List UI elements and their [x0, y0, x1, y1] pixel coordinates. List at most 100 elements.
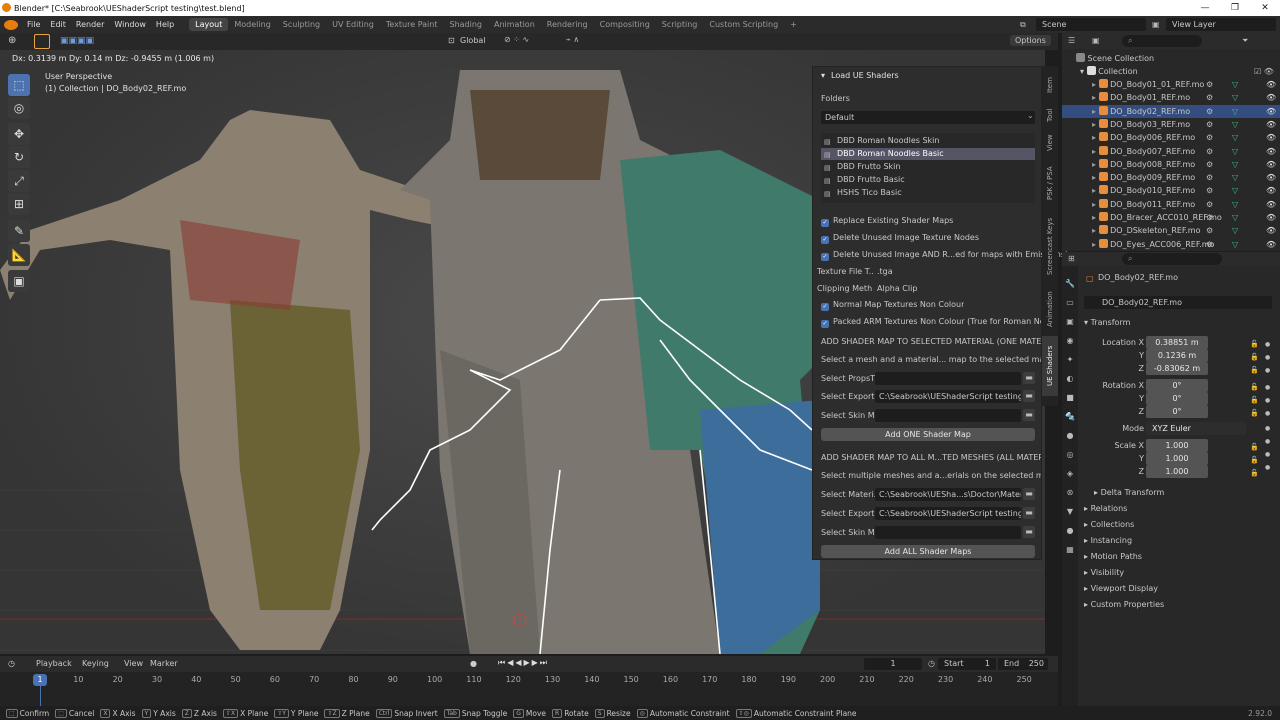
- scale-tool-button[interactable]: ⤢: [8, 170, 30, 192]
- tab-ue-shaders[interactable]: UE Shaders: [1042, 336, 1058, 396]
- delta-transform-section[interactable]: ▸ Delta Transform: [1094, 486, 1164, 500]
- collections-section[interactable]: ▸ Collections: [1084, 518, 1134, 532]
- select-export-field[interactable]: C:\Seabrook\UEShaderScript testing\G...: [875, 507, 1021, 520]
- add-one-shader-map-button[interactable]: Add ONE Shader Map: [821, 428, 1035, 441]
- playhead[interactable]: 1: [33, 674, 47, 686]
- object-name-field[interactable]: DO_Body02_REF.mo: [1084, 296, 1272, 309]
- rotate-tool-button[interactable]: ↻: [8, 146, 30, 168]
- view-layer-icon[interactable]: ▣: [1152, 20, 1160, 29]
- visibility-eye-icon[interactable]: 👁: [1266, 171, 1276, 184]
- minimize-icon[interactable]: —: [1190, 0, 1220, 16]
- scale-x-field[interactable]: 1.000: [1146, 439, 1208, 452]
- keyframe-dot-icon[interactable]: ● ● ● ●: [1265, 422, 1270, 474]
- annotate-tool-button[interactable]: ✎: [8, 220, 30, 242]
- folder-icon[interactable]: ▬: [1023, 390, 1035, 402]
- tab-rendering[interactable]: Rendering: [541, 18, 594, 31]
- move-tool-button[interactable]: ✥: [8, 123, 30, 145]
- motion-paths-section[interactable]: ▸ Motion Paths: [1084, 550, 1142, 564]
- tab-layout[interactable]: Layout: [189, 18, 229, 31]
- transform-tool-button[interactable]: ⊞: [8, 193, 30, 215]
- current-frame-field[interactable]: 1: [864, 658, 922, 670]
- visibility-eye-icon[interactable]: 👁: [1266, 211, 1276, 224]
- folder-icon[interactable]: ▬: [1023, 507, 1035, 519]
- select-props-field[interactable]: [875, 372, 1021, 385]
- view-layer-selector[interactable]: View Layer: [1166, 18, 1276, 31]
- visibility-eye-icon[interactable]: 👁: [1266, 184, 1276, 197]
- tab-custom-scripting[interactable]: Custom Scripting: [703, 18, 784, 31]
- menu-render[interactable]: Render: [71, 20, 109, 29]
- relations-section[interactable]: ▸ Relations: [1084, 502, 1127, 516]
- visibility-eye-icon[interactable]: 👁: [1266, 118, 1276, 131]
- tab-shading[interactable]: Shading: [443, 18, 488, 31]
- select-tool-button[interactable]: ⬚: [8, 74, 30, 96]
- select-materials-field[interactable]: C:\Seabrook\UESha...s\Doctor\Materials\: [875, 488, 1021, 501]
- list-item[interactable]: DBD Frutto Skin: [821, 161, 1035, 173]
- scale-y-field[interactable]: 1.000: [1146, 452, 1208, 465]
- visibility-eye-icon[interactable]: 👁: [1266, 224, 1276, 237]
- transform-section[interactable]: ▾ Transform: [1084, 316, 1130, 330]
- tab-psk-psa[interactable]: PSK / PSA: [1042, 158, 1058, 208]
- search-icon[interactable]: ⌕: [1122, 253, 1222, 265]
- visibility-section[interactable]: ▸ Visibility: [1084, 566, 1124, 580]
- timeline-editor-icon[interactable]: ◷: [8, 659, 15, 668]
- tab-animation[interactable]: Animation: [488, 18, 541, 31]
- visibility-eye-icon[interactable]: 👁: [1266, 238, 1276, 251]
- playback-controls-icon[interactable]: ⏮◀◀▶▶⏭: [498, 658, 549, 668]
- outliner-item[interactable]: ▸ DO_Body006_REF.mo ⚙ ▽ 👁: [1062, 131, 1280, 144]
- outliner-scene-collection[interactable]: Scene Collection: [1062, 52, 1280, 65]
- marker-menu[interactable]: Marker: [150, 659, 178, 668]
- normal-map-checkbox[interactable]: ✓ Normal Map Textures Non Colour: [821, 299, 964, 311]
- pivot-icon[interactable]: ⊘ ⁘ ∿: [504, 35, 529, 44]
- select-export-field[interactable]: C:\Seabrook\UEShaderScript testing\G...: [875, 390, 1021, 403]
- menu-edit[interactable]: Edit: [45, 20, 71, 29]
- folder-icon[interactable]: ▬: [1023, 488, 1035, 500]
- keyframe-dot-icon[interactable]: ● ● ●: [1265, 338, 1270, 377]
- keyframe-dot-icon[interactable]: ● ● ●: [1265, 381, 1270, 420]
- measure-tool-button[interactable]: 📐: [8, 244, 30, 266]
- outliner-item[interactable]: ▸ DO_Body01_REF.mo ⚙ ▽ 👁: [1062, 91, 1280, 104]
- outliner-item[interactable]: ▸ DO_Eyes_ACC006_REF.mo ⚙ ▽ 👁: [1062, 238, 1280, 251]
- add-workspace-icon[interactable]: +: [784, 18, 803, 31]
- viewport-display-section[interactable]: ▸ Viewport Display: [1084, 582, 1158, 596]
- delete-unused-nodes-checkbox[interactable]: ✓ Delete Unused Image Texture Nodes: [821, 232, 979, 244]
- add-cube-tool-button[interactable]: ▣: [8, 270, 30, 292]
- select-box-tool-icon[interactable]: [34, 34, 50, 49]
- editor-type-icon[interactable]: ⊕: [8, 35, 16, 46]
- list-item[interactable]: DBD Frutto Basic: [821, 174, 1035, 186]
- tab-scripting[interactable]: Scripting: [656, 18, 704, 31]
- tab-view[interactable]: View: [1042, 130, 1058, 156]
- location-y-field[interactable]: 0.1236 m: [1146, 349, 1208, 362]
- add-all-shader-maps-button[interactable]: Add ALL Shader Maps: [821, 545, 1035, 558]
- tab-compositing[interactable]: Compositing: [594, 18, 656, 31]
- tab-item[interactable]: Item: [1042, 70, 1058, 100]
- outliner-item[interactable]: ▸ DO_Body010_REF.mo ⚙ ▽ 👁: [1062, 184, 1280, 197]
- list-item-selected[interactable]: DBD Roman Noodles Basic: [821, 148, 1035, 160]
- keying-menu[interactable]: Keying: [82, 659, 109, 668]
- visibility-eye-icon[interactable]: 👁: [1266, 131, 1276, 144]
- tab-modeling[interactable]: Modeling: [228, 18, 276, 31]
- panel-title[interactable]: Load UE Shaders: [831, 70, 899, 82]
- end-frame-field[interactable]: End 250: [998, 658, 1048, 670]
- tab-tool[interactable]: Tool: [1042, 102, 1058, 128]
- outliner-item[interactable]: ▸ DO_Body03_REF.mo ⚙ ▽ 👁: [1062, 118, 1280, 131]
- outliner-item[interactable]: ▸ DO_Body009_REF.mo ⚙ ▽ 👁: [1062, 171, 1280, 184]
- clipping-method-dropdown[interactable]: Alpha Clip: [873, 282, 1035, 295]
- properties-editor-icon[interactable]: ⊞: [1068, 254, 1075, 263]
- orientation-dropdown[interactable]: Global: [460, 36, 486, 45]
- tab-sculpting[interactable]: Sculpting: [277, 18, 326, 31]
- outliner-item[interactable]: ▸ DO_Body01_01_REF.mo ⚙ ▽ 👁: [1062, 78, 1280, 91]
- instancing-section[interactable]: ▸ Instancing: [1084, 534, 1132, 548]
- outliner-collection[interactable]: ▾ Collection ☑ 👁: [1062, 65, 1280, 78]
- tab-animation[interactable]: Animation: [1042, 284, 1058, 334]
- orientation-icon[interactable]: ⊡: [448, 36, 455, 45]
- outliner-item[interactable]: ▸ DO_Body011_REF.mo ⚙ ▽ 👁: [1062, 198, 1280, 211]
- folder-icon[interactable]: ▬: [1023, 409, 1035, 421]
- select-skin-field[interactable]: [875, 409, 1021, 422]
- replace-shader-checkbox[interactable]: ✓ Replace Existing Shader Maps: [821, 215, 953, 227]
- menu-help[interactable]: Help: [151, 20, 179, 29]
- tab-uv-editing[interactable]: UV Editing: [326, 18, 380, 31]
- select-skin-field[interactable]: [875, 526, 1021, 539]
- search-icon[interactable]: ⌕: [1122, 35, 1202, 47]
- tab-screencast-keys[interactable]: Screencast Keys: [1042, 210, 1058, 282]
- menu-file[interactable]: File: [22, 20, 45, 29]
